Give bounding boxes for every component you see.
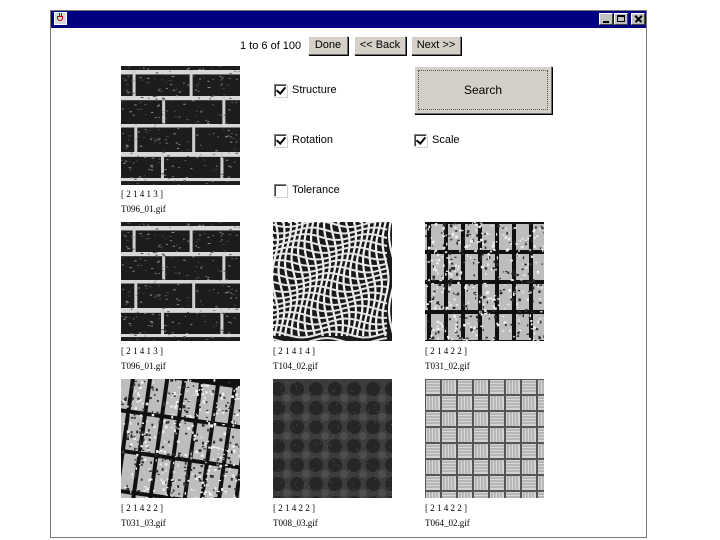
result-image[interactable] [121, 222, 240, 341]
result-image[interactable] [121, 379, 240, 498]
texture-image [121, 379, 240, 498]
query-filename: T096_01.gif [121, 204, 166, 214]
texture-image [121, 222, 240, 341]
result-vector: [ 2 1 4 1 3 ] [121, 346, 163, 356]
result-vector: [ 2 1 4 1 4 ] [273, 346, 315, 356]
result-filename: T104_02.gif [273, 361, 318, 371]
minimize-icon[interactable] [599, 13, 613, 25]
next-button[interactable]: Next >> [411, 36, 461, 55]
rotation-checkbox[interactable]: Rotation [274, 132, 333, 148]
result-vector: [ 2 1 4 2 2 ] [425, 503, 467, 513]
result-image[interactable] [425, 222, 544, 341]
result-filename: T008_03.gif [273, 518, 318, 528]
tolerance-label: Tolerance [292, 184, 340, 196]
structure-checkbox[interactable]: Structure [274, 82, 337, 98]
result-vector: [ 2 1 4 2 2 ] [273, 503, 315, 513]
result-image[interactable] [425, 379, 544, 498]
search-button[interactable]: Search [414, 66, 552, 114]
query-image[interactable] [121, 66, 240, 185]
rotation-label: Rotation [292, 134, 333, 146]
texture-image [121, 66, 240, 185]
result-filename: T096_01.gif [121, 361, 166, 371]
result-filename: T031_02.gif [425, 361, 470, 371]
checkbox-box[interactable] [274, 83, 287, 97]
checkbox-box[interactable] [414, 133, 427, 147]
checkbox-box[interactable] [274, 133, 287, 147]
texture-image [273, 222, 392, 341]
done-button[interactable]: Done [308, 36, 348, 55]
back-button[interactable]: << Back [354, 36, 406, 55]
texture-image [425, 379, 544, 498]
result-vector: [ 2 1 4 2 2 ] [121, 503, 163, 513]
texture-image [273, 379, 392, 498]
maximize-icon[interactable] [614, 13, 628, 25]
structure-label: Structure [292, 84, 337, 96]
result-vector: [ 2 1 4 2 2 ] [425, 346, 467, 356]
result-image[interactable] [273, 379, 392, 498]
result-filename: T031_03.gif [121, 518, 166, 528]
checkbox-box[interactable] [274, 183, 287, 197]
query-vector: [ 2 1 4 1 3 ] [121, 189, 163, 199]
scale-checkbox[interactable]: Scale [414, 132, 460, 148]
tolerance-checkbox[interactable]: Tolerance [274, 182, 340, 198]
close-icon[interactable] [631, 13, 645, 25]
result-image[interactable] [273, 222, 392, 341]
title-bar[interactable] [51, 11, 646, 28]
result-counter: 1 to 6 of 100 [240, 40, 302, 52]
scale-label: Scale [432, 134, 460, 146]
texture-image [425, 222, 544, 341]
result-filename: T064_02.gif [425, 518, 470, 528]
java-cup-icon[interactable] [54, 12, 67, 25]
